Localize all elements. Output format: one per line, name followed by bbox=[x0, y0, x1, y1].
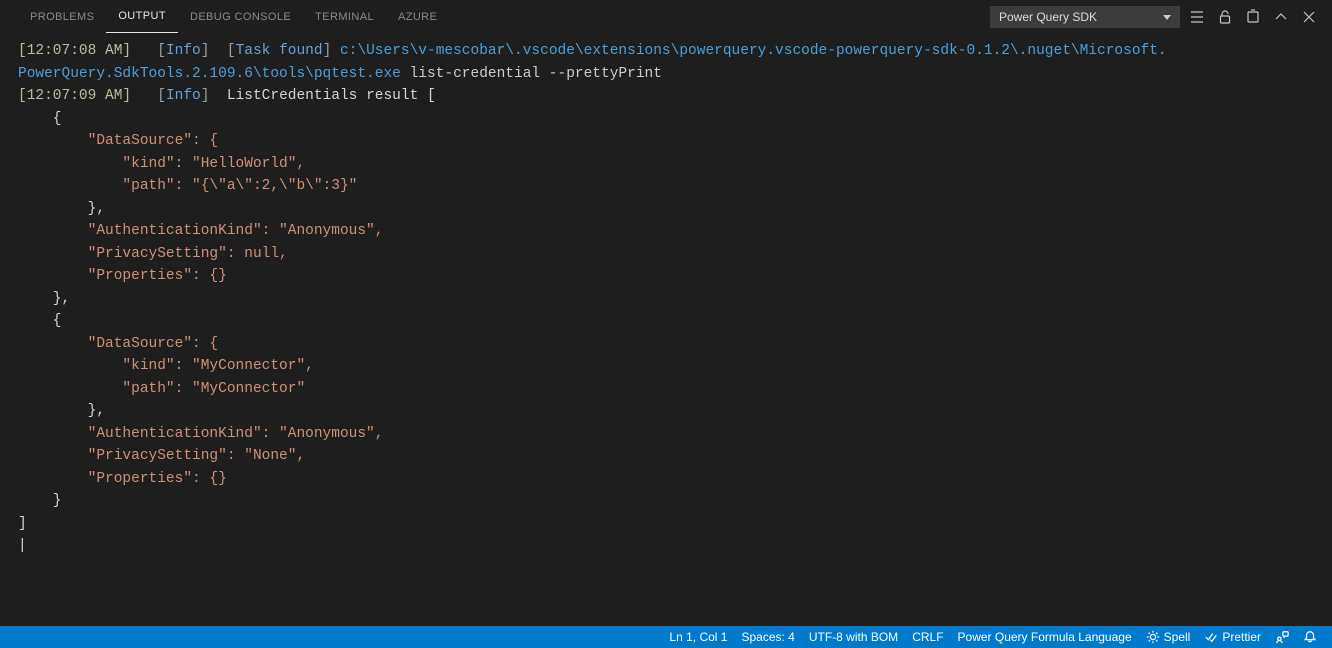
status-feedback[interactable] bbox=[1268, 626, 1296, 648]
chevron-up-icon[interactable] bbox=[1270, 6, 1292, 28]
check-double-icon bbox=[1204, 630, 1218, 644]
gear-icon bbox=[1146, 630, 1160, 644]
status-spell-label: Spell bbox=[1164, 630, 1191, 644]
output-channel-label: Power Query SDK bbox=[999, 10, 1097, 24]
lock-open-icon[interactable] bbox=[1214, 6, 1236, 28]
clear-output-icon[interactable] bbox=[1242, 6, 1264, 28]
close-icon[interactable] bbox=[1298, 6, 1320, 28]
log-task: Task found bbox=[236, 43, 323, 59]
json-line: "Properties": {} bbox=[18, 268, 227, 284]
json-line: }, bbox=[18, 291, 70, 307]
status-language[interactable]: Power Query Formula Language bbox=[951, 626, 1139, 648]
json-line: "Properties": {} bbox=[18, 471, 227, 487]
status-encoding[interactable]: UTF-8 with BOM bbox=[802, 626, 905, 648]
status-indent[interactable]: Spaces: 4 bbox=[734, 626, 801, 648]
json-line: { bbox=[18, 111, 62, 127]
bell-icon bbox=[1303, 630, 1317, 644]
status-position[interactable]: Ln 1, Col 1 bbox=[662, 626, 734, 648]
json-line: "DataSource": { bbox=[18, 336, 218, 352]
exe-path-cont: PowerQuery.SdkTools.2.109.6\tools\pqtest… bbox=[18, 66, 401, 82]
output-channel-select[interactable]: Power Query SDK bbox=[990, 6, 1180, 28]
person-feedback-icon bbox=[1275, 630, 1289, 644]
cursor: | bbox=[18, 538, 27, 554]
status-bell[interactable] bbox=[1296, 626, 1324, 648]
json-line: "PrivacySetting": "None", bbox=[18, 448, 305, 464]
json-line: "path": "MyConnector" bbox=[18, 381, 305, 397]
status-eol[interactable]: CRLF bbox=[905, 626, 950, 648]
status-prettier[interactable]: Prettier bbox=[1197, 626, 1268, 648]
tab-output[interactable]: OUTPUT bbox=[106, 0, 178, 33]
tab-debug-console[interactable]: DEBUG CONSOLE bbox=[178, 0, 303, 33]
json-line: ] bbox=[18, 516, 27, 532]
log-msg: ListCredentials result [ bbox=[209, 88, 435, 104]
status-prettier-label: Prettier bbox=[1222, 630, 1261, 644]
status-spell[interactable]: Spell bbox=[1139, 626, 1198, 648]
exe-args: list-credential --prettyPrint bbox=[401, 66, 662, 82]
json-line: "DataSource": { bbox=[18, 133, 218, 149]
json-line: }, bbox=[18, 201, 105, 217]
tab-problems[interactable]: PROBLEMS bbox=[18, 0, 106, 33]
exe-path: c:\Users\v-mescobar\.vscode\extensions\p… bbox=[340, 43, 1167, 59]
tab-azure[interactable]: AZURE bbox=[386, 0, 449, 33]
log-level: Info bbox=[166, 88, 201, 104]
json-line: { bbox=[18, 313, 62, 329]
json-line: "PrivacySetting": null, bbox=[18, 246, 288, 262]
panel-tabs: PROBLEMS OUTPUT DEBUG CONSOLE TERMINAL A… bbox=[18, 0, 449, 33]
output-body[interactable]: [12:07:08 AM] [Info] [Task found] c:\Use… bbox=[0, 34, 1332, 626]
json-line: }, bbox=[18, 403, 105, 419]
tab-terminal[interactable]: TERMINAL bbox=[303, 0, 386, 33]
json-line: "path": "{\"a\":2,\"b\":3}" bbox=[18, 178, 357, 194]
json-line: "AuthenticationKind": "Anonymous", bbox=[18, 223, 383, 239]
json-line: "kind": "HelloWorld", bbox=[18, 156, 305, 172]
timestamp: [12:07:08 AM] bbox=[18, 43, 131, 59]
json-line: "AuthenticationKind": "Anonymous", bbox=[18, 426, 383, 442]
log-level: Info bbox=[166, 43, 201, 59]
json-line: } bbox=[18, 493, 62, 509]
list-icon[interactable] bbox=[1186, 6, 1208, 28]
timestamp: [12:07:09 AM] bbox=[18, 88, 131, 104]
json-line: "kind": "MyConnector", bbox=[18, 358, 314, 374]
panel-header: PROBLEMS OUTPUT DEBUG CONSOLE TERMINAL A… bbox=[0, 0, 1332, 34]
status-bar: Ln 1, Col 1 Spaces: 4 UTF-8 with BOM CRL… bbox=[0, 626, 1332, 648]
